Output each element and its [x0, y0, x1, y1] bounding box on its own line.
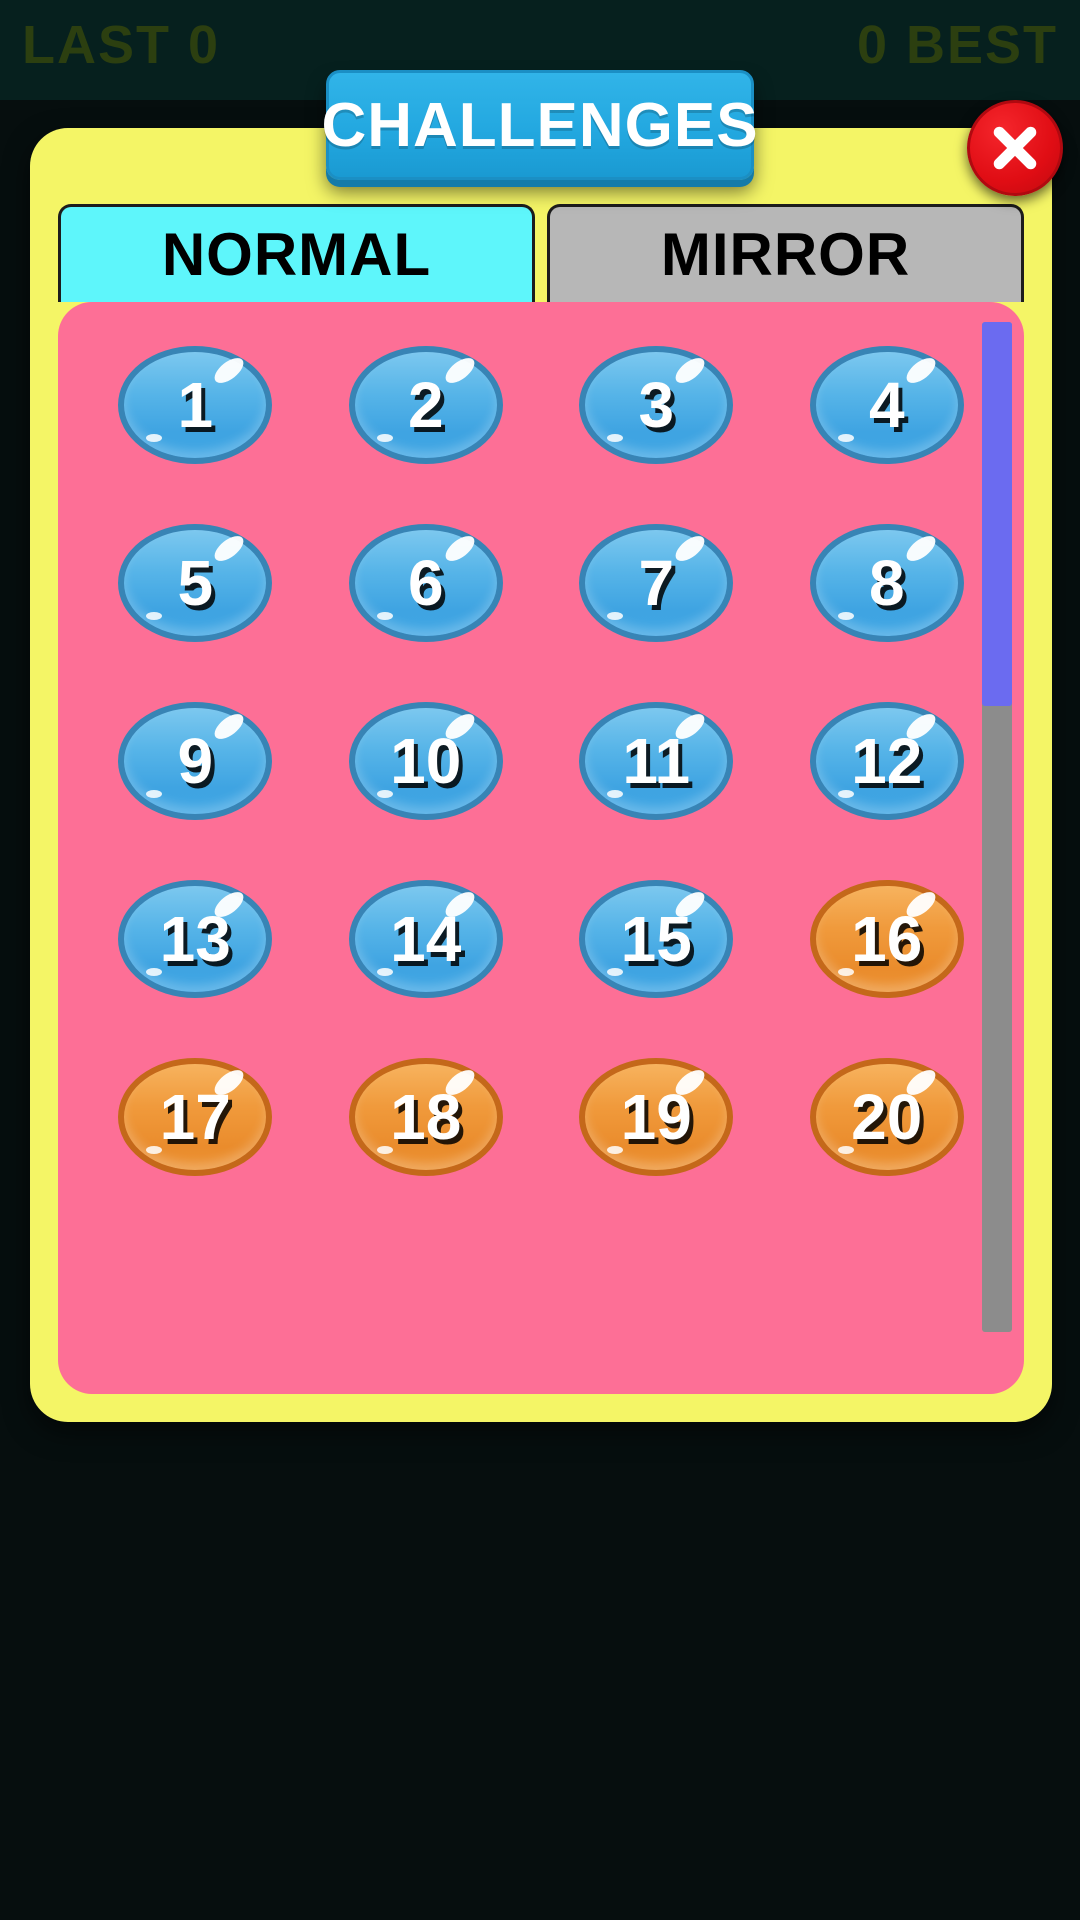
page-title: CHALLENGES: [321, 90, 759, 160]
level-button[interactable]: 1: [118, 346, 273, 464]
best-score-label: 0 BEST: [856, 15, 1058, 75]
level-number: 5: [177, 547, 214, 619]
level-number: 7: [638, 547, 675, 619]
levels-scrollbar-track[interactable]: [982, 322, 1012, 1332]
level-button[interactable]: 8: [809, 524, 964, 642]
close-x-icon: [993, 126, 1037, 170]
tab-normal[interactable]: NORMAL: [58, 204, 535, 302]
level-button[interactable]: 10: [348, 702, 503, 820]
level-number: 15: [620, 903, 692, 975]
mode-tabs: NORMAL MIRROR: [58, 204, 1024, 302]
level-number: 1: [177, 369, 214, 441]
level-number: 3: [638, 369, 675, 441]
level-button[interactable]: 11: [579, 702, 734, 820]
level-button[interactable]: 17: [118, 1058, 273, 1176]
level-number: 18: [390, 1081, 462, 1153]
level-number: 8: [868, 547, 905, 619]
level-button[interactable]: 16: [809, 880, 964, 998]
challenges-dialog: NORMAL MIRROR 1 2 3 4 5 6 7 8 9 10 11 12 13 14 15 16 17 1…: [30, 128, 1052, 1422]
level-number: 4: [868, 369, 905, 441]
level-number: 9: [177, 725, 214, 797]
level-number: 12: [851, 725, 923, 797]
level-button[interactable]: 18: [348, 1058, 503, 1176]
level-number: 20: [851, 1081, 923, 1153]
level-button[interactable]: 19: [579, 1058, 734, 1176]
level-button[interactable]: 12: [809, 702, 964, 820]
levels-scroll-area[interactable]: 1 2 3 4 5 6 7 8 9 10 11 12 13 14 15 16 17 18 19 20: [58, 302, 1024, 1394]
level-button[interactable]: 15: [579, 880, 734, 998]
level-number: 11: [622, 725, 691, 797]
level-button[interactable]: 2: [348, 346, 503, 464]
level-number: 14: [390, 903, 462, 975]
levels-grid: 1 2 3 4 5 6 7 8 9 10 11 12 13 14 15 16 17 18 19 20: [58, 302, 1024, 1206]
levels-scrollbar-thumb[interactable]: [982, 322, 1012, 706]
dialog-title-plate: CHALLENGES: [321, 70, 758, 180]
level-button[interactable]: 4: [809, 346, 964, 464]
level-number: 17: [159, 1081, 231, 1153]
close-button[interactable]: [967, 100, 1063, 196]
tab-mirror[interactable]: MIRROR: [547, 204, 1024, 302]
level-button[interactable]: 6: [348, 524, 503, 642]
level-number: 6: [407, 547, 444, 619]
level-button[interactable]: 14: [348, 880, 503, 998]
level-number: 2: [407, 369, 444, 441]
level-number: 13: [159, 903, 231, 975]
level-button[interactable]: 5: [118, 524, 273, 642]
level-button[interactable]: 13: [118, 880, 273, 998]
tab-normal-label: NORMAL: [161, 221, 432, 288]
level-button[interactable]: 20: [809, 1058, 964, 1176]
level-number: 19: [620, 1081, 692, 1153]
level-button[interactable]: 3: [579, 346, 734, 464]
level-button[interactable]: 9: [118, 702, 273, 820]
level-button[interactable]: 7: [579, 524, 734, 642]
level-number: 16: [851, 903, 923, 975]
level-number: 10: [390, 725, 462, 797]
last-score-label: LAST 0: [22, 15, 221, 75]
tab-mirror-label: MIRROR: [660, 221, 911, 288]
game-screen: LAST 0 0 BEST NORMAL MIRROR 1 2 3 4 5 6 7 8 9 10 1…: [0, 0, 1080, 1920]
